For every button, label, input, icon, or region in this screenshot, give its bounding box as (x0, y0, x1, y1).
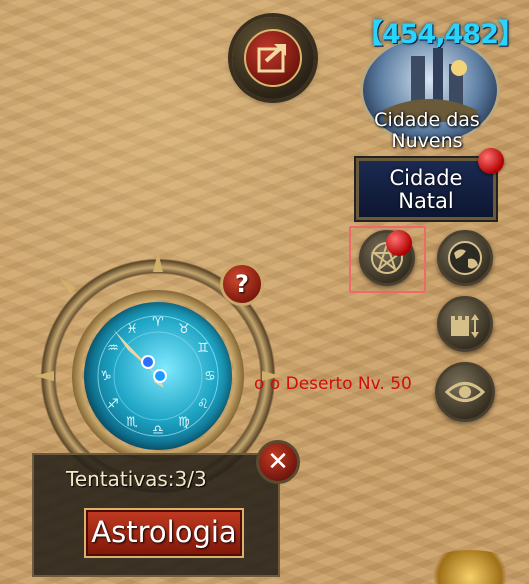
close-icon: ✕ (267, 447, 289, 477)
svg-text:♌: ♌ (197, 397, 209, 412)
map-field-label[interactable]: o o Deserto Nv. 50 (254, 374, 430, 394)
attempts-counter: Tentativas:3/3 (66, 467, 207, 491)
city-name: Cidade das Nuvens (374, 109, 480, 152)
svg-text:♐: ♐ (107, 397, 119, 412)
view-toggle-button[interactable] (435, 362, 495, 422)
share-icon (244, 29, 302, 87)
home-city-button[interactable]: Cidade Natal (356, 158, 496, 220)
svg-text:♉: ♉ (178, 322, 190, 337)
castle-move-icon (451, 314, 479, 338)
relocate-city-button[interactable] (437, 296, 493, 352)
notification-badge (386, 230, 412, 256)
corner-ornament (425, 550, 515, 584)
globe-icon (448, 241, 482, 275)
svg-text:♋: ♋ (204, 369, 216, 384)
notification-badge (478, 148, 504, 174)
svg-text:♎: ♎ (152, 423, 164, 438)
svg-text:♓: ♓ (126, 322, 138, 337)
city-power: 【454,482】 (356, 19, 525, 50)
svg-text:♒: ♒ (107, 341, 119, 356)
world-map-button[interactable] (437, 230, 493, 286)
svg-text:♑: ♑ (100, 369, 112, 384)
share-button[interactable] (232, 17, 314, 99)
svg-text:♍: ♍ (178, 415, 190, 430)
help-button[interactable]: ? (220, 262, 264, 306)
svg-text:♏: ♏ (126, 415, 138, 430)
svg-text:♊: ♊ (197, 341, 209, 356)
eye-icon (445, 382, 485, 402)
svg-text:♈: ♈ (152, 315, 164, 330)
zodiac-dial[interactable]: ♈ ♉ ♊ ♋ ♌ ♍ ♎ ♏ ♐ ♑ ♒ ♓ (84, 302, 232, 450)
question-icon: ? (235, 270, 249, 298)
close-button[interactable]: ✕ (256, 440, 300, 484)
astrology-button[interactable]: Astrologia (84, 508, 244, 558)
